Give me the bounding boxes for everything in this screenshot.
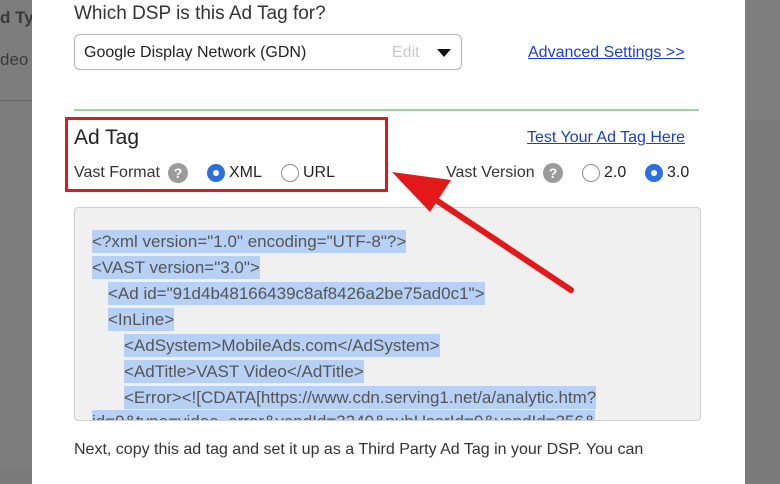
background-text: deo (0, 50, 29, 69)
vast-version-3-radio[interactable] (645, 164, 663, 182)
code-line: <Error><![CDATA[https://www.cdn.serving1… (124, 386, 597, 409)
dsp-question: Which DSP is this Ad Tag for? (74, 3, 326, 24)
advanced-settings-link[interactable]: Advanced Settings >> (528, 44, 685, 62)
dsp-selected-value: Google Display Network (GDN) (84, 44, 307, 61)
dsp-select[interactable]: Google Display Network (GDN) Edit (74, 34, 462, 70)
vast-version-3-label[interactable]: 3.0 (667, 164, 689, 182)
code-line: <VAST version="3.0"> (92, 256, 260, 279)
background-divider (0, 100, 32, 101)
background-card (745, 0, 780, 120)
code-line: <AdSystem>MobileAds.com</AdSystem> (124, 334, 440, 357)
code-line: <?xml version="1.0" encoding="UTF-8"?> (92, 230, 407, 253)
test-ad-tag-link[interactable]: Test Your Ad Tag Here (527, 129, 685, 147)
vast-format-xml-label[interactable]: XML (229, 164, 262, 182)
code-line: id=9&type=video_error&vendId=3349&pubUse… (92, 410, 596, 420)
code-line: <Ad id="91d4b48166439c8af8426a2be75ad0c1… (108, 282, 485, 305)
question-circle-icon[interactable]: ? (168, 163, 188, 183)
question-circle-icon[interactable]: ? (543, 163, 563, 183)
code-line: <InLine> (108, 308, 175, 331)
code-line: <AdTitle>VAST Video</AdTitle> (124, 360, 364, 383)
ad-tag-code-textarea[interactable]: <?xml version="1.0" encoding="UTF-8"?> <… (74, 207, 701, 421)
dsp-edit-link[interactable]: Edit (392, 44, 420, 62)
vast-format-label: Vast Format (74, 164, 160, 181)
caret-down-icon[interactable] (437, 49, 451, 57)
instructions-text: Next, copy this ad tag and set it up as … (74, 441, 644, 458)
vast-version-2-radio[interactable] (582, 164, 600, 182)
background-panel-left: d Typ deo (0, 0, 44, 470)
section-divider (74, 109, 699, 111)
vast-version-label: Vast Version (446, 164, 535, 181)
ad-tag-title: Ad Tag (74, 126, 139, 149)
vast-format-xml-radio[interactable] (207, 164, 225, 182)
vast-format-url-radio[interactable] (281, 164, 299, 182)
background-panel-right (745, 0, 780, 470)
vast-format-url-label[interactable]: URL (303, 164, 335, 182)
vast-version-2-label[interactable]: 2.0 (604, 164, 626, 182)
